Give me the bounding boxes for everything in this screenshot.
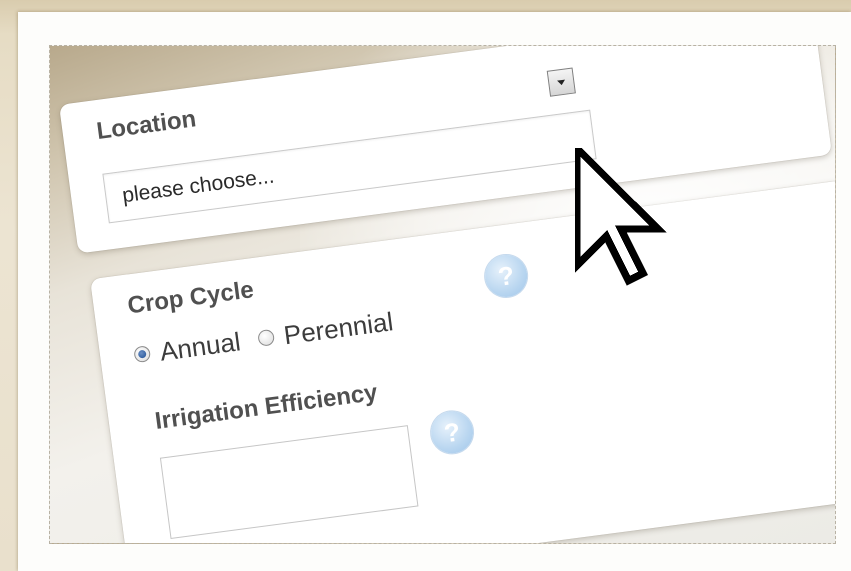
irrigation-efficiency-input[interactable] <box>159 425 419 540</box>
form-screenshot: Location please choose... Crop Cycle Ann… <box>49 45 836 544</box>
annual-radio[interactable] <box>133 345 152 364</box>
annual-radio-label[interactable]: Annual <box>158 326 242 366</box>
irrigation-help-icon[interactable]: ? <box>428 408 476 456</box>
crop-cycle-help-icon[interactable]: ? <box>482 252 530 300</box>
chevron-down-icon[interactable] <box>546 67 576 97</box>
perennial-radio-label[interactable]: Perennial <box>282 306 395 350</box>
perennial-radio[interactable] <box>257 328 276 347</box>
location-select-value: please choose... <box>120 164 276 208</box>
mouse-pointer-icon <box>575 148 667 286</box>
crop-cycle-label: Crop Cycle <box>126 276 256 320</box>
tilted-form: Location please choose... Crop Cycle Ann… <box>50 46 835 543</box>
location-label: Location <box>95 105 198 146</box>
irrigation-efficiency-label: Irrigation Efficiency <box>153 378 380 435</box>
